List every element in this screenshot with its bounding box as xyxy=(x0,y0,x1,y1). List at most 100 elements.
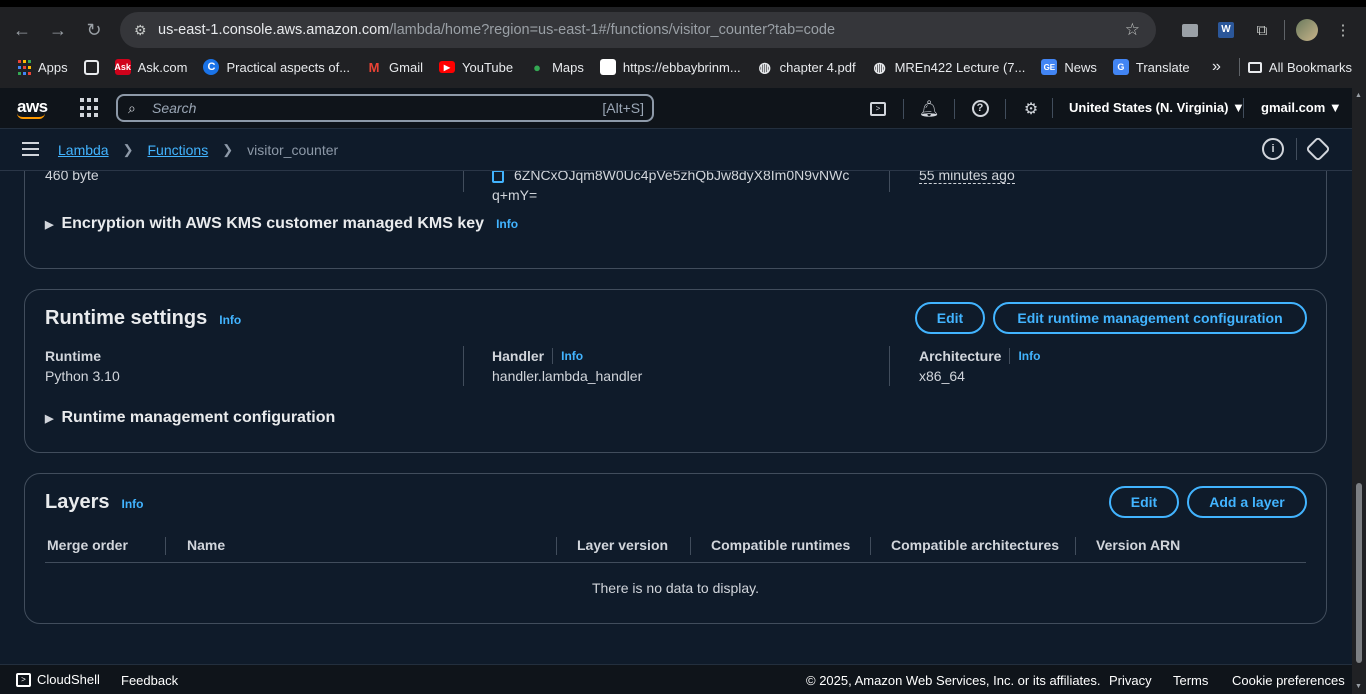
bookmark-gmail[interactable]: M Gmail xyxy=(358,55,431,79)
scrollbar-thumb[interactable] xyxy=(1356,483,1362,663)
breadcrumb-actions: i xyxy=(1262,136,1331,162)
bookmark-practical[interactable]: C Practical aspects of... xyxy=(195,55,358,79)
terms-link[interactable]: Terms xyxy=(1173,673,1208,688)
all-bookmarks[interactable]: All Bookmarks xyxy=(1247,55,1352,79)
column-compatible-architectures[interactable]: Compatible architectures xyxy=(891,535,1059,555)
divider xyxy=(1296,138,1297,160)
caret-right-icon: ▶ xyxy=(45,412,54,425)
sha256-line2: q+mY= xyxy=(492,187,538,203)
cookie-preferences-link[interactable]: Cookie preferences xyxy=(1232,673,1345,688)
reload-button[interactable]: ↻ xyxy=(76,12,112,48)
runtime-edit-button[interactable]: Edit xyxy=(915,302,985,334)
chevron-right-icon: ❯ xyxy=(222,142,234,157)
edit-runtime-management-button[interactable]: Edit runtime management configuration xyxy=(993,302,1307,334)
runtime-settings-info-link[interactable]: Info xyxy=(219,313,241,327)
column-name[interactable]: Name xyxy=(187,535,225,555)
bookmark-grid[interactable] xyxy=(76,55,107,79)
maps-icon: ● xyxy=(533,59,542,75)
bookmark-ebbay[interactable]: https://ebbaybrinm... xyxy=(592,55,749,79)
breadcrumb-current: visitor_counter xyxy=(247,142,339,158)
encryption-expander[interactable]: ▶ Encryption with AWS KMS customer manag… xyxy=(45,215,518,233)
encryption-info-link[interactable]: Info xyxy=(496,217,518,231)
add-layer-button[interactable]: Add a layer xyxy=(1187,486,1307,518)
layers-info-link[interactable]: Info xyxy=(122,497,144,511)
feedback-link[interactable]: Feedback xyxy=(121,673,178,688)
divider xyxy=(1052,98,1053,118)
search-input[interactable] xyxy=(152,100,572,116)
console-footer: > CloudShell Feedback © 2025, Amazon Web… xyxy=(0,664,1352,694)
layers-edit-button[interactable]: Edit xyxy=(1109,486,1179,518)
cloudshell-label: CloudShell xyxy=(37,672,100,687)
bookmark-chapter4[interactable]: ◍ chapter 4.pdf xyxy=(749,55,864,79)
column-divider[interactable] xyxy=(690,537,691,555)
word-extension-icon[interactable]: W xyxy=(1208,12,1244,48)
column-divider[interactable] xyxy=(165,537,166,555)
services-grid-icon[interactable] xyxy=(80,98,100,118)
code-properties-card: 460 byte 6ZNCxOJqm8W0Uc4pVe5zhQbJw8dyX8I… xyxy=(24,171,1327,269)
bookmark-maps[interactable]: ● Maps xyxy=(521,55,592,79)
scroll-down-arrow-icon[interactable]: ▼ xyxy=(1355,683,1362,690)
aws-logo[interactable]: aws xyxy=(17,97,48,119)
divider xyxy=(1009,348,1011,364)
bookmark-youtube[interactable]: ▶ YouTube xyxy=(431,55,521,79)
bookmark-label: News xyxy=(1064,59,1097,75)
url-host: us-east-1.console.aws.amazon.com xyxy=(158,22,390,38)
settings-hexagon-icon[interactable] xyxy=(1305,136,1331,162)
youtube-icon: ▶ xyxy=(439,61,455,73)
region-selector[interactable]: United States (N. Virginia) ▼ xyxy=(1069,100,1245,115)
bookmark-label: YouTube xyxy=(462,59,514,75)
bookmark-mren422[interactable]: ◍ MREn422 Lecture (7... xyxy=(864,55,1034,79)
translate-icon: G xyxy=(1112,59,1129,75)
bookmark-star-icon[interactable]: ☆ xyxy=(1125,20,1140,40)
forward-button[interactable]: → xyxy=(40,12,76,48)
notifications-bell-icon[interactable]: 🔔︎ xyxy=(913,88,945,129)
column-divider[interactable] xyxy=(1075,537,1076,555)
puzzle-icon[interactable]: ⧉ xyxy=(1244,12,1280,48)
site-settings-icon[interactable]: ⚙ xyxy=(134,22,156,39)
breadcrumb-functions[interactable]: Functions xyxy=(148,142,209,158)
column-divider xyxy=(463,346,464,386)
menu-icon[interactable]: ⋮ xyxy=(1325,12,1361,48)
settings-gear-icon[interactable]: ⚙ xyxy=(1015,88,1047,129)
column-divider[interactable] xyxy=(556,537,557,555)
search-box[interactable]: ⌕ [Alt+S] xyxy=(116,94,654,122)
column-layer-version[interactable]: Layer version xyxy=(577,535,668,555)
bookmark-label: Maps xyxy=(552,59,584,75)
grid-icon xyxy=(83,59,99,75)
handler-value: handler.lambda_handler xyxy=(492,368,643,384)
architecture-label: Architecture xyxy=(919,348,1002,364)
cloudshell-link[interactable]: > CloudShell xyxy=(16,672,100,687)
encryption-label: Encryption with AWS KMS customer managed… xyxy=(61,215,485,232)
bookmark-ask[interactable]: Ask Ask.com xyxy=(107,55,196,79)
bookmark-translate[interactable]: G Translate xyxy=(1105,55,1198,79)
column-version-arn[interactable]: Version ARN xyxy=(1096,535,1180,555)
globe-icon: ◍ xyxy=(758,58,771,75)
search-shortcut: [Alt+S] xyxy=(602,100,644,116)
bookmark-news[interactable]: GE News xyxy=(1033,55,1105,79)
handler-info-link[interactable]: Info xyxy=(561,349,583,363)
news-icon: GE xyxy=(1041,59,1058,75)
runtime-management-expander[interactable]: ▶ Runtime management configuration xyxy=(45,409,335,427)
scroll-up-arrow-icon[interactable]: ▲ xyxy=(1355,92,1362,99)
extension-icon[interactable] xyxy=(1172,12,1208,48)
bookmark-apps[interactable]: Apps xyxy=(10,55,76,79)
privacy-link[interactable]: Privacy xyxy=(1109,673,1152,688)
copy-icon[interactable] xyxy=(492,171,504,183)
chevron-right-icon: ❯ xyxy=(122,142,134,157)
cloudshell-icon[interactable]: > xyxy=(862,88,894,129)
bookmark-label: https://ebbaybrinm... xyxy=(622,59,741,75)
column-merge-order[interactable]: Merge order xyxy=(47,535,128,555)
architecture-info-link[interactable]: Info xyxy=(1018,349,1040,363)
address-bar[interactable]: ⚙ us-east-1.console.aws.amazon.com/lambd… xyxy=(120,12,1156,48)
column-compatible-runtimes[interactable]: Compatible runtimes xyxy=(711,535,850,555)
account-menu[interactable]: gmail.com ▼ xyxy=(1261,100,1342,115)
more-bookmarks-icon[interactable]: » xyxy=(1212,58,1221,76)
page-scrollbar[interactable]: ▲ ▼ xyxy=(1352,88,1366,694)
hamburger-menu-icon[interactable] xyxy=(22,142,39,160)
back-button[interactable]: ← xyxy=(4,12,40,48)
help-icon[interactable]: ? xyxy=(964,88,996,129)
avatar[interactable] xyxy=(1289,12,1325,48)
breadcrumb-lambda[interactable]: Lambda xyxy=(58,142,109,158)
info-circle-icon[interactable]: i xyxy=(1262,138,1284,160)
column-divider[interactable] xyxy=(870,537,871,555)
